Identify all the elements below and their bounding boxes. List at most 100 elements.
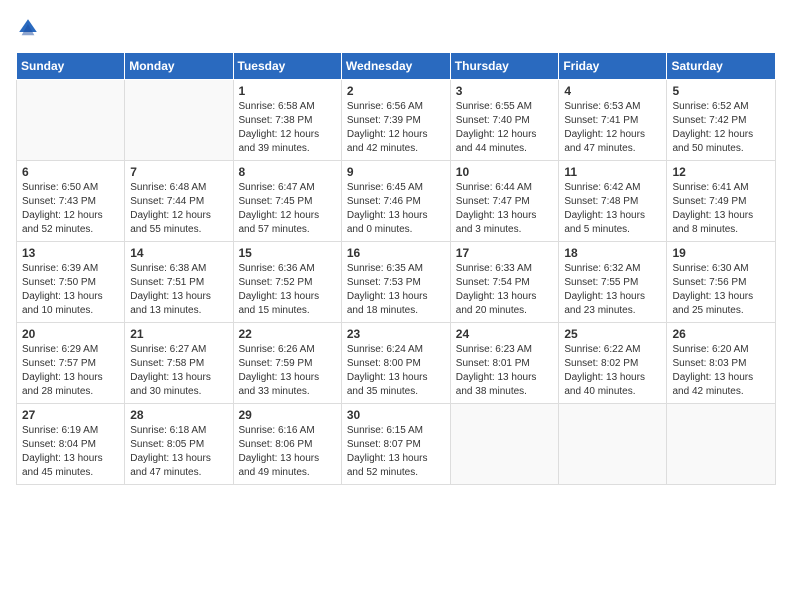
day-info: Sunrise: 6:35 AMSunset: 7:53 PMDaylight:… [347,262,445,318]
calendar-cell: 20 Sunrise: 6:29 AMSunset: 7:57 PMDayligh… [17,323,125,404]
calendar-header-tuesday: Tuesday [233,53,341,80]
calendar-cell: 30 Sunrise: 6:15 AMSunset: 8:07 PMDayligh… [341,404,450,485]
day-number: 7 [130,165,227,179]
logo-icon [16,16,40,40]
day-info: Sunrise: 6:19 AMSunset: 8:04 PMDaylight:… [22,424,119,480]
calendar-header-monday: Monday [125,53,233,80]
day-info: Sunrise: 6:45 AMSunset: 7:46 PMDaylight:… [347,181,445,237]
calendar-header-row: SundayMondayTuesdayWednesdayThursdayFrid… [17,53,776,80]
calendar-cell: 8 Sunrise: 6:47 AMSunset: 7:45 PMDaylight… [233,161,341,242]
logo [16,16,44,40]
calendar-cell: 21 Sunrise: 6:27 AMSunset: 7:58 PMDayligh… [125,323,233,404]
day-info: Sunrise: 6:36 AMSunset: 7:52 PMDaylight:… [239,262,336,318]
day-info: Sunrise: 6:27 AMSunset: 7:58 PMDaylight:… [130,343,227,399]
day-info: Sunrise: 6:42 AMSunset: 7:48 PMDaylight:… [564,181,661,237]
day-number: 21 [130,327,227,341]
day-number: 12 [672,165,770,179]
calendar-cell: 10Sunrise: 6:44 AMSunset: 7:47 PMDayligh… [450,161,559,242]
calendar-cell: 17 Sunrise: 6:33 AMSunset: 7:54 PMDayligh… [450,242,559,323]
calendar-cell: 12 Sunrise: 6:41 AMSunset: 7:49 PMDayligh… [667,161,776,242]
calendar-cell [667,404,776,485]
day-info: Sunrise: 6:30 AMSunset: 7:56 PMDaylight:… [672,262,770,318]
day-info: Sunrise: 6:53 AMSunset: 7:41 PMDaylight:… [564,100,661,156]
day-info: Sunrise: 6:22 AMSunset: 8:02 PMDaylight:… [564,343,661,399]
day-info: Sunrise: 6:44 AMSunset: 7:47 PMDaylight:… [456,181,554,237]
calendar-cell: 24 Sunrise: 6:23 AMSunset: 8:01 PMDayligh… [450,323,559,404]
calendar-cell: 29 Sunrise: 6:16 AMSunset: 8:06 PMDayligh… [233,404,341,485]
day-number: 16 [347,246,445,260]
calendar-cell: 6 Sunrise: 6:50 AMSunset: 7:43 PMDaylight… [17,161,125,242]
calendar-cell: 3 Sunrise: 6:55 AMSunset: 7:40 PMDaylight… [450,80,559,161]
page-header [16,16,776,40]
day-number: 24 [456,327,554,341]
calendar-cell: 13Sunrise: 6:39 AMSunset: 7:50 PMDayligh… [17,242,125,323]
calendar-cell [450,404,559,485]
calendar-cell: 15 Sunrise: 6:36 AMSunset: 7:52 PMDayligh… [233,242,341,323]
day-number: 8 [239,165,336,179]
day-number: 25 [564,327,661,341]
day-info: Sunrise: 6:48 AMSunset: 7:44 PMDaylight:… [130,181,227,237]
day-number: 9 [347,165,445,179]
calendar-cell: 4 Sunrise: 6:53 AMSunset: 7:41 PMDaylight… [559,80,667,161]
calendar-cell: 27Sunrise: 6:19 AMSunset: 8:04 PMDayligh… [17,404,125,485]
calendar-cell: 14Sunrise: 6:38 AMSunset: 7:51 PMDayligh… [125,242,233,323]
day-info: Sunrise: 6:52 AMSunset: 7:42 PMDaylight:… [672,100,770,156]
calendar-week-row: 6 Sunrise: 6:50 AMSunset: 7:43 PMDaylight… [17,161,776,242]
day-number: 20 [22,327,119,341]
day-info: Sunrise: 6:41 AMSunset: 7:49 PMDaylight:… [672,181,770,237]
day-info: Sunrise: 6:16 AMSunset: 8:06 PMDaylight:… [239,424,336,480]
day-info: Sunrise: 6:23 AMSunset: 8:01 PMDaylight:… [456,343,554,399]
day-number: 4 [564,84,661,98]
calendar-week-row: 1Sunrise: 6:58 AMSunset: 7:38 PMDaylight… [17,80,776,161]
day-info: Sunrise: 6:50 AMSunset: 7:43 PMDaylight:… [22,181,119,237]
day-info: Sunrise: 6:18 AMSunset: 8:05 PMDaylight:… [130,424,227,480]
day-number: 30 [347,408,445,422]
calendar-cell [125,80,233,161]
day-number: 28 [130,408,227,422]
calendar-week-row: 27Sunrise: 6:19 AMSunset: 8:04 PMDayligh… [17,404,776,485]
day-info: Sunrise: 6:32 AMSunset: 7:55 PMDaylight:… [564,262,661,318]
calendar-cell: 23 Sunrise: 6:24 AMSunset: 8:00 PMDayligh… [341,323,450,404]
day-number: 15 [239,246,336,260]
day-info: Sunrise: 6:24 AMSunset: 8:00 PMDaylight:… [347,343,445,399]
day-number: 23 [347,327,445,341]
calendar-header-wednesday: Wednesday [341,53,450,80]
calendar-cell: 11 Sunrise: 6:42 AMSunset: 7:48 PMDayligh… [559,161,667,242]
day-info: Sunrise: 6:20 AMSunset: 8:03 PMDaylight:… [672,343,770,399]
day-number: 17 [456,246,554,260]
calendar-header-sunday: Sunday [17,53,125,80]
calendar-cell: 28 Sunrise: 6:18 AMSunset: 8:05 PMDayligh… [125,404,233,485]
day-number: 18 [564,246,661,260]
calendar-cell: 19 Sunrise: 6:30 AMSunset: 7:56 PMDayligh… [667,242,776,323]
calendar-cell: 16 Sunrise: 6:35 AMSunset: 7:53 PMDayligh… [341,242,450,323]
calendar-cell: 5Sunrise: 6:52 AMSunset: 7:42 PMDaylight… [667,80,776,161]
day-number: 19 [672,246,770,260]
day-number: 29 [239,408,336,422]
day-number: 13 [22,246,119,260]
day-info: Sunrise: 6:33 AMSunset: 7:54 PMDaylight:… [456,262,554,318]
day-number: 2 [347,84,445,98]
calendar-cell: 2 Sunrise: 6:56 AMSunset: 7:39 PMDaylight… [341,80,450,161]
day-info: Sunrise: 6:56 AMSunset: 7:39 PMDaylight:… [347,100,445,156]
day-info: Sunrise: 6:15 AMSunset: 8:07 PMDaylight:… [347,424,445,480]
calendar-cell [17,80,125,161]
calendar-header-thursday: Thursday [450,53,559,80]
calendar-cell: 7 Sunrise: 6:48 AMSunset: 7:44 PMDaylight… [125,161,233,242]
calendar-cell: 22Sunrise: 6:26 AMSunset: 7:59 PMDayligh… [233,323,341,404]
day-info: Sunrise: 6:55 AMSunset: 7:40 PMDaylight:… [456,100,554,156]
day-number: 11 [564,165,661,179]
day-number: 26 [672,327,770,341]
day-info: Sunrise: 6:29 AMSunset: 7:57 PMDaylight:… [22,343,119,399]
calendar: SundayMondayTuesdayWednesdayThursdayFrid… [16,52,776,485]
calendar-cell: 25 Sunrise: 6:22 AMSunset: 8:02 PMDayligh… [559,323,667,404]
calendar-week-row: 20 Sunrise: 6:29 AMSunset: 7:57 PMDayligh… [17,323,776,404]
day-number: 6 [22,165,119,179]
calendar-cell: 18 Sunrise: 6:32 AMSunset: 7:55 PMDayligh… [559,242,667,323]
calendar-cell: 1Sunrise: 6:58 AMSunset: 7:38 PMDaylight… [233,80,341,161]
day-info: Sunrise: 6:58 AMSunset: 7:38 PMDaylight:… [239,100,336,156]
day-info: Sunrise: 6:47 AMSunset: 7:45 PMDaylight:… [239,181,336,237]
day-number: 14 [130,246,227,260]
day-number: 3 [456,84,554,98]
calendar-cell [559,404,667,485]
day-number: 22 [239,327,336,341]
